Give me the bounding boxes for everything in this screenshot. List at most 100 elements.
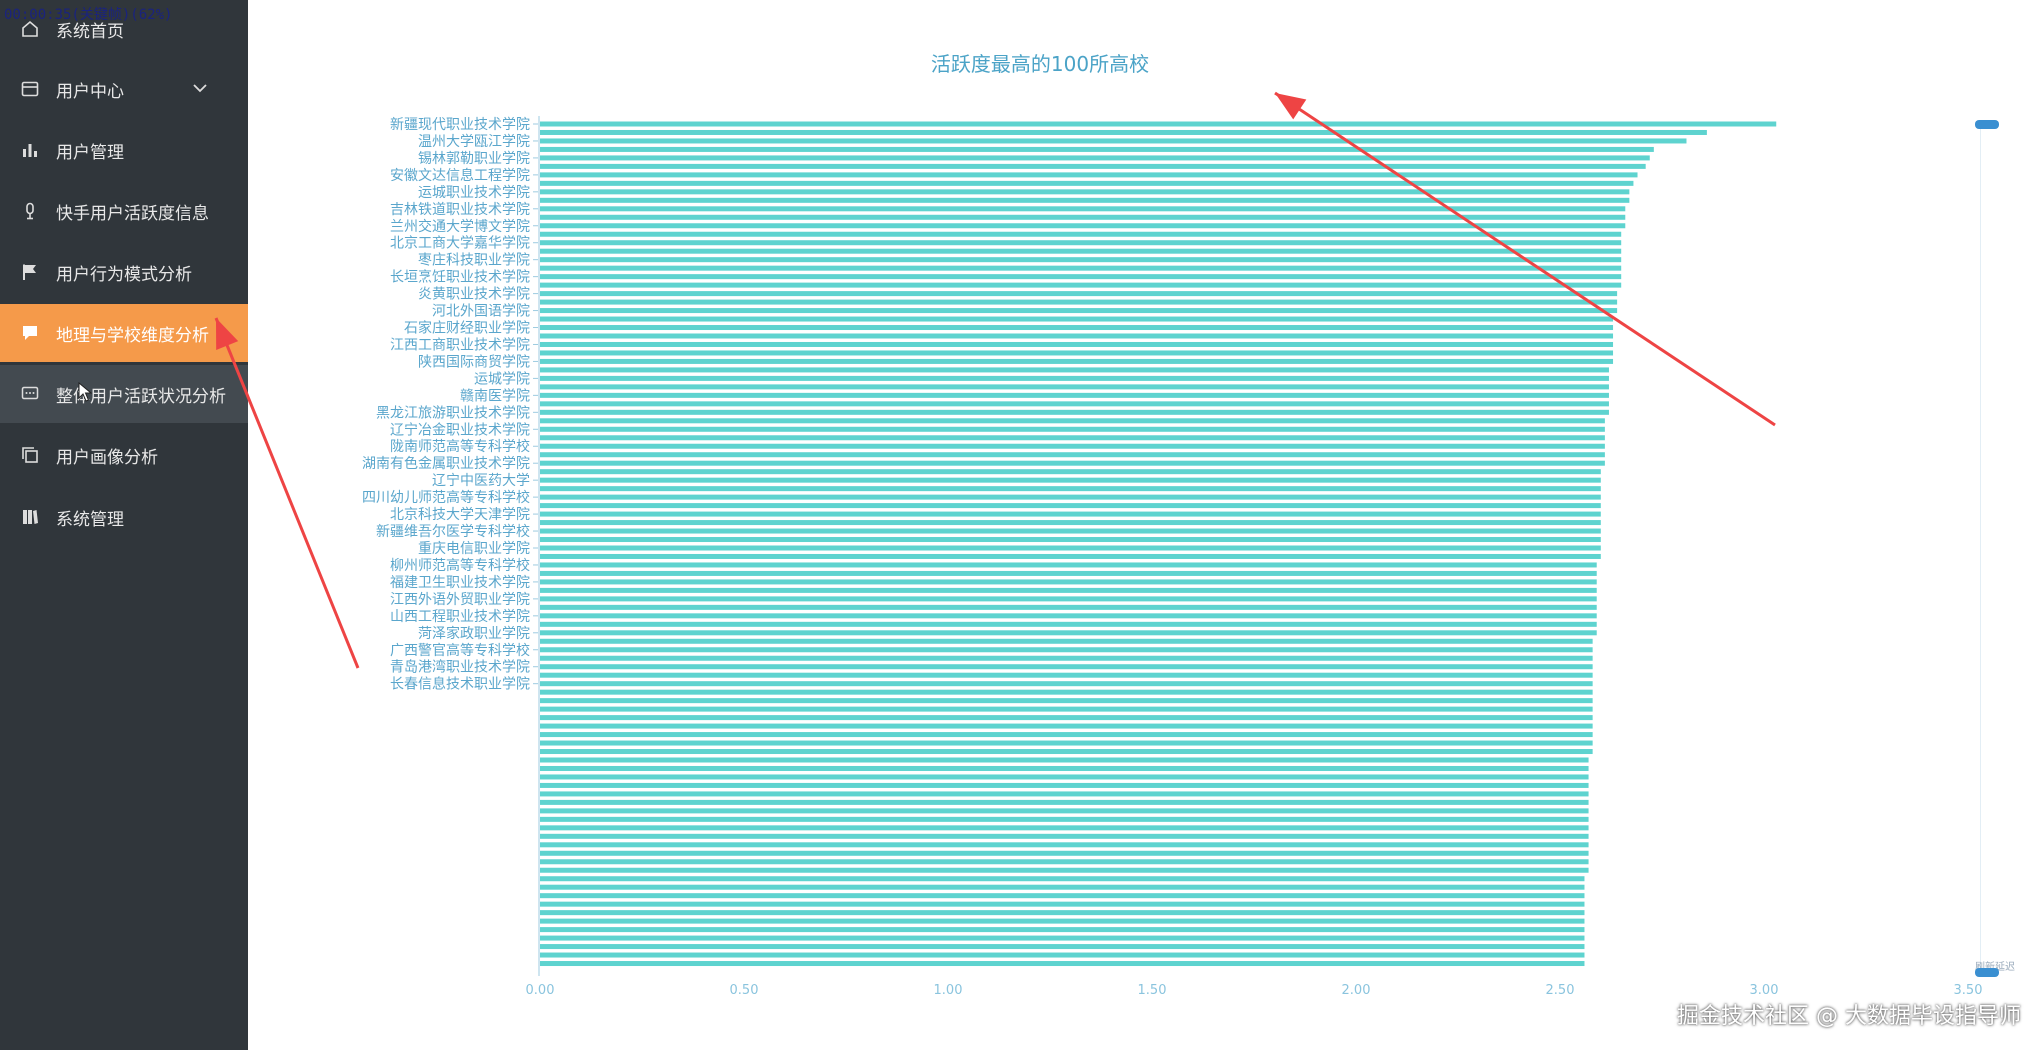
bar[interactable] xyxy=(540,282,1622,288)
bar[interactable] xyxy=(540,350,1614,356)
bar[interactable] xyxy=(540,231,1622,237)
bar[interactable] xyxy=(540,850,1589,856)
bar[interactable] xyxy=(540,460,1605,466)
bar[interactable] xyxy=(540,791,1589,797)
bar[interactable] xyxy=(540,961,1585,967)
datazoom-slider-track[interactable] xyxy=(1980,122,1991,974)
bar[interactable] xyxy=(540,138,1687,144)
bar[interactable] xyxy=(540,799,1589,805)
bar[interactable] xyxy=(540,265,1622,271)
bar[interactable] xyxy=(540,537,1601,543)
bar[interactable] xyxy=(540,325,1614,331)
bar[interactable] xyxy=(540,867,1589,873)
bar[interactable] xyxy=(540,333,1614,339)
bar[interactable] xyxy=(540,435,1605,441)
datazoom-handle-bottom[interactable] xyxy=(1975,968,1999,977)
bar[interactable] xyxy=(540,732,1593,738)
bar[interactable] xyxy=(540,146,1654,152)
bar[interactable] xyxy=(540,774,1589,780)
bar[interactable] xyxy=(540,765,1589,771)
bar[interactable] xyxy=(540,341,1614,347)
bar[interactable] xyxy=(540,927,1585,933)
bar[interactable] xyxy=(540,689,1593,695)
bar[interactable] xyxy=(540,469,1601,475)
bar[interactable] xyxy=(540,418,1605,424)
bar[interactable] xyxy=(540,740,1593,746)
bar[interactable] xyxy=(540,901,1585,907)
bar[interactable] xyxy=(540,715,1593,721)
bar[interactable] xyxy=(540,392,1609,398)
bar[interactable] xyxy=(540,842,1589,848)
bar[interactable] xyxy=(540,189,1630,195)
bar[interactable] xyxy=(540,511,1601,517)
bar[interactable] xyxy=(540,129,1707,135)
bar[interactable] xyxy=(540,630,1597,636)
bar[interactable] xyxy=(540,570,1597,576)
bar[interactable] xyxy=(540,808,1589,814)
bar[interactable] xyxy=(540,545,1601,551)
bar[interactable] xyxy=(540,833,1589,839)
bar[interactable] xyxy=(540,248,1622,254)
bar[interactable] xyxy=(540,604,1597,610)
bar[interactable] xyxy=(540,553,1601,559)
bar[interactable] xyxy=(540,477,1601,483)
bar[interactable] xyxy=(540,503,1601,509)
bar[interactable] xyxy=(540,274,1622,280)
bar[interactable] xyxy=(540,172,1638,178)
bar[interactable] xyxy=(540,664,1593,670)
bar[interactable] xyxy=(540,876,1585,882)
bar[interactable] xyxy=(540,443,1605,449)
bar[interactable] xyxy=(540,825,1589,831)
bar[interactable] xyxy=(540,528,1601,534)
bar[interactable] xyxy=(540,299,1618,305)
bar[interactable] xyxy=(540,944,1585,950)
bar[interactable] xyxy=(540,613,1597,619)
bar[interactable] xyxy=(540,935,1585,941)
bar[interactable] xyxy=(540,562,1597,568)
bar[interactable] xyxy=(540,621,1597,627)
bar[interactable] xyxy=(540,180,1634,186)
bar[interactable] xyxy=(540,749,1593,755)
bar[interactable] xyxy=(540,816,1589,822)
bar[interactable] xyxy=(540,910,1585,916)
bar[interactable] xyxy=(540,240,1622,246)
bar[interactable] xyxy=(540,308,1618,314)
bar[interactable] xyxy=(540,698,1593,704)
bar[interactable] xyxy=(540,757,1589,763)
bar[interactable] xyxy=(540,681,1593,687)
bar[interactable] xyxy=(540,647,1593,653)
bar[interactable] xyxy=(540,587,1597,593)
bar[interactable] xyxy=(540,859,1589,865)
bar[interactable] xyxy=(540,426,1605,432)
bar[interactable] xyxy=(540,952,1585,958)
bar[interactable] xyxy=(540,257,1622,263)
bar[interactable] xyxy=(540,223,1626,229)
bar[interactable] xyxy=(540,638,1593,644)
bar[interactable] xyxy=(540,494,1601,500)
bar[interactable] xyxy=(540,375,1609,381)
bar[interactable] xyxy=(540,452,1605,458)
bar[interactable] xyxy=(540,672,1593,678)
bar[interactable] xyxy=(540,358,1614,364)
bar[interactable] xyxy=(540,401,1609,407)
bar[interactable] xyxy=(540,782,1589,788)
bar[interactable] xyxy=(540,520,1601,526)
bar[interactable] xyxy=(540,723,1593,729)
bar[interactable] xyxy=(540,409,1609,415)
datazoom-handle-top[interactable] xyxy=(1975,120,1999,129)
bar[interactable] xyxy=(540,918,1585,924)
bar[interactable] xyxy=(540,893,1585,899)
bar[interactable] xyxy=(540,121,1777,127)
bar[interactable] xyxy=(540,596,1597,602)
bar[interactable] xyxy=(540,579,1597,585)
bar[interactable] xyxy=(540,384,1609,390)
bar[interactable] xyxy=(540,155,1650,161)
bar[interactable] xyxy=(540,197,1630,203)
bar[interactable] xyxy=(540,206,1626,212)
bar[interactable] xyxy=(540,884,1585,890)
bar[interactable] xyxy=(540,486,1601,492)
bar[interactable] xyxy=(540,655,1593,661)
bar[interactable] xyxy=(540,316,1614,322)
bar[interactable] xyxy=(540,163,1646,169)
bar[interactable] xyxy=(540,706,1593,712)
